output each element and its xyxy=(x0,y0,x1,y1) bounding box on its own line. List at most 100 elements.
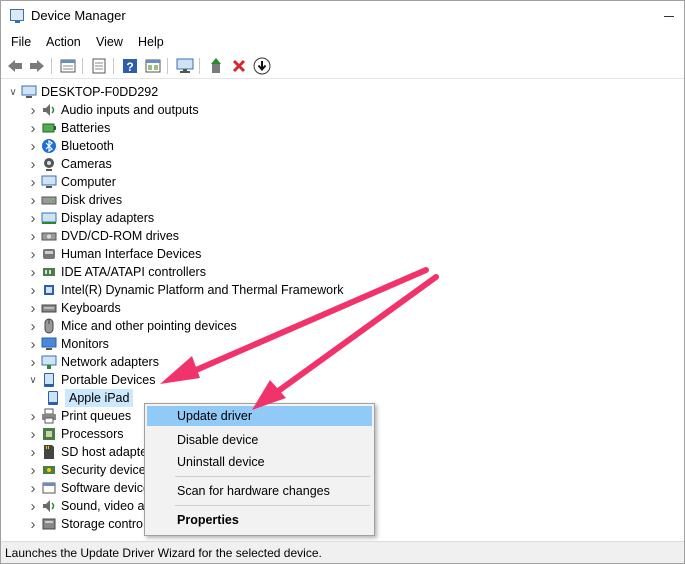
ide-controller-icon xyxy=(41,264,57,280)
expand-chevron-icon[interactable]: › xyxy=(25,407,41,425)
expand-chevron-icon[interactable]: › xyxy=(25,137,41,155)
tree-category[interactable]: › Network adapters xyxy=(25,353,159,371)
expand-chevron-icon[interactable]: › xyxy=(25,173,41,191)
download-icon[interactable] xyxy=(253,57,271,75)
speaker-icon xyxy=(41,102,57,118)
tree-category[interactable]: › Processors xyxy=(25,425,124,443)
uninstall-icon[interactable] xyxy=(230,57,248,75)
tree-category[interactable]: › Sound, video a xyxy=(25,497,145,515)
processor-icon xyxy=(41,426,57,442)
sd-card-icon xyxy=(41,444,57,460)
tree-item-label: Apple iPad xyxy=(65,389,134,407)
context-menu-scan-hardware[interactable]: Scan for hardware changes xyxy=(147,481,372,501)
tree-category[interactable]: › Mice and other pointing devices xyxy=(25,317,237,335)
tree-category[interactable]: › Audio inputs and outputs xyxy=(25,101,199,119)
tree-item-label: Mice and other pointing devices xyxy=(61,319,237,333)
tree-category[interactable]: › Bluetooth xyxy=(25,137,114,155)
window-title: Device Manager xyxy=(31,8,126,23)
menu-bar: File Action View Help xyxy=(1,31,684,53)
computer-root-icon xyxy=(21,84,37,100)
expand-chevron-icon[interactable]: › xyxy=(25,497,41,515)
menu-file[interactable]: File xyxy=(11,35,31,49)
tree-item-label: Disk drives xyxy=(61,193,123,207)
show-hidden-icon[interactable] xyxy=(144,57,162,75)
tree-category[interactable]: › Disk drives xyxy=(25,191,123,209)
tree-category[interactable]: › Intel(R) Dynamic Platform and Thermal F… xyxy=(25,281,344,299)
expand-chevron-icon[interactable]: › xyxy=(25,335,41,353)
expand-chevron-icon[interactable]: › xyxy=(25,461,41,479)
tree-category[interactable]: › SD host adapte xyxy=(25,443,148,461)
expand-chevron-icon[interactable]: › xyxy=(25,263,41,281)
tree-item-label: Processors xyxy=(61,427,124,441)
hid-icon xyxy=(41,246,57,262)
tree-category[interactable]: › Display adapters xyxy=(25,209,155,227)
context-menu-separator xyxy=(175,505,370,506)
expand-chevron-icon[interactable]: › xyxy=(25,299,41,317)
dvd-drive-icon xyxy=(41,228,57,244)
menu-action[interactable]: Action xyxy=(46,35,81,49)
context-menu-separator xyxy=(175,476,370,477)
properties-sheet-icon[interactable] xyxy=(59,57,77,75)
tree-category[interactable]: › Keyboards xyxy=(25,299,121,317)
back-arrow-icon[interactable] xyxy=(6,57,24,75)
tree-category[interactable]: › Cameras xyxy=(25,155,112,173)
expand-chevron-icon[interactable]: › xyxy=(25,119,41,137)
expand-chevron-icon[interactable]: › xyxy=(25,353,41,371)
tree-category[interactable]: ∨ Portable Devices xyxy=(25,371,156,389)
camera-icon xyxy=(41,156,57,172)
expand-chevron-icon[interactable]: › xyxy=(25,227,41,245)
expand-chevron-icon[interactable]: › xyxy=(25,191,41,209)
tree-item-label: Software device xyxy=(61,481,150,495)
collapse-chevron-icon[interactable]: ∨ xyxy=(25,371,41,389)
software-device-icon xyxy=(41,480,57,496)
status-bar: Launches the Update Driver Wizard for th… xyxy=(1,541,684,563)
tree-item-label: Display adapters xyxy=(61,211,155,225)
minimize-button[interactable] xyxy=(659,7,679,25)
status-text: Launches the Update Driver Wizard for th… xyxy=(5,546,322,560)
expand-chevron-icon[interactable]: › xyxy=(25,317,41,335)
tree-category[interactable]: › IDE ATA/ATAPI controllers xyxy=(25,263,206,281)
help-icon[interactable]: ? xyxy=(121,57,139,75)
storage-icon xyxy=(41,516,57,532)
expand-chevron-icon[interactable]: › xyxy=(25,245,41,263)
tree-view-icon[interactable] xyxy=(90,57,108,75)
context-menu-properties[interactable]: Properties xyxy=(147,510,372,530)
expand-chevron-icon[interactable]: › xyxy=(25,425,41,443)
tree-item-label: Human Interface Devices xyxy=(61,247,202,261)
expand-chevron-icon[interactable]: › xyxy=(25,155,41,173)
tree-category[interactable]: › Computer xyxy=(25,173,116,191)
forward-arrow-icon[interactable] xyxy=(28,57,46,75)
menu-help[interactable]: Help xyxy=(138,35,164,49)
expand-chevron-icon[interactable]: › xyxy=(25,101,41,119)
menu-view[interactable]: View xyxy=(96,35,123,49)
tree-category[interactable]: › Software device xyxy=(25,479,150,497)
tree-category[interactable]: › Human Interface Devices xyxy=(25,245,202,263)
title-bar: Device Manager xyxy=(1,1,684,31)
tree-child-item[interactable]: Apple iPad xyxy=(45,389,134,407)
expand-chevron-icon[interactable]: › xyxy=(25,281,41,299)
expand-chevron-icon[interactable]: › xyxy=(25,443,41,461)
tree-item-label: Intel(R) Dynamic Platform and Thermal Fr… xyxy=(61,283,344,297)
tree-category[interactable]: › Storage contro xyxy=(25,515,144,533)
tree-item-label: Network adapters xyxy=(61,355,159,369)
tree-root[interactable]: ∨ DESKTOP-F0DD292 xyxy=(5,83,158,101)
tree-item-label: Sound, video a xyxy=(61,499,145,513)
collapse-chevron-icon[interactable]: ∨ xyxy=(5,83,21,101)
context-menu-update-driver[interactable]: Update driver xyxy=(147,406,372,426)
expand-chevron-icon[interactable]: › xyxy=(25,209,41,227)
expand-chevron-icon[interactable]: › xyxy=(25,515,41,533)
update-driver-icon[interactable] xyxy=(207,57,225,75)
tree-category[interactable]: › Monitors xyxy=(25,335,109,353)
tree-category[interactable]: › Print queues xyxy=(25,407,132,425)
tree-item-label: SD host adapte xyxy=(61,445,148,459)
monitor-icon[interactable] xyxy=(176,57,194,75)
context-menu-uninstall-device[interactable]: Uninstall device xyxy=(147,452,372,472)
tree-item-label: Monitors xyxy=(61,337,109,351)
tree-category[interactable]: › Batteries xyxy=(25,119,111,137)
context-menu-disable-device[interactable]: Disable device xyxy=(147,430,372,450)
portable-device-icon xyxy=(41,372,57,388)
expand-chevron-icon[interactable]: › xyxy=(25,479,41,497)
tree-category[interactable]: › Security device xyxy=(25,461,146,479)
tree-category[interactable]: › DVD/CD-ROM drives xyxy=(25,227,180,245)
network-icon xyxy=(41,354,57,370)
